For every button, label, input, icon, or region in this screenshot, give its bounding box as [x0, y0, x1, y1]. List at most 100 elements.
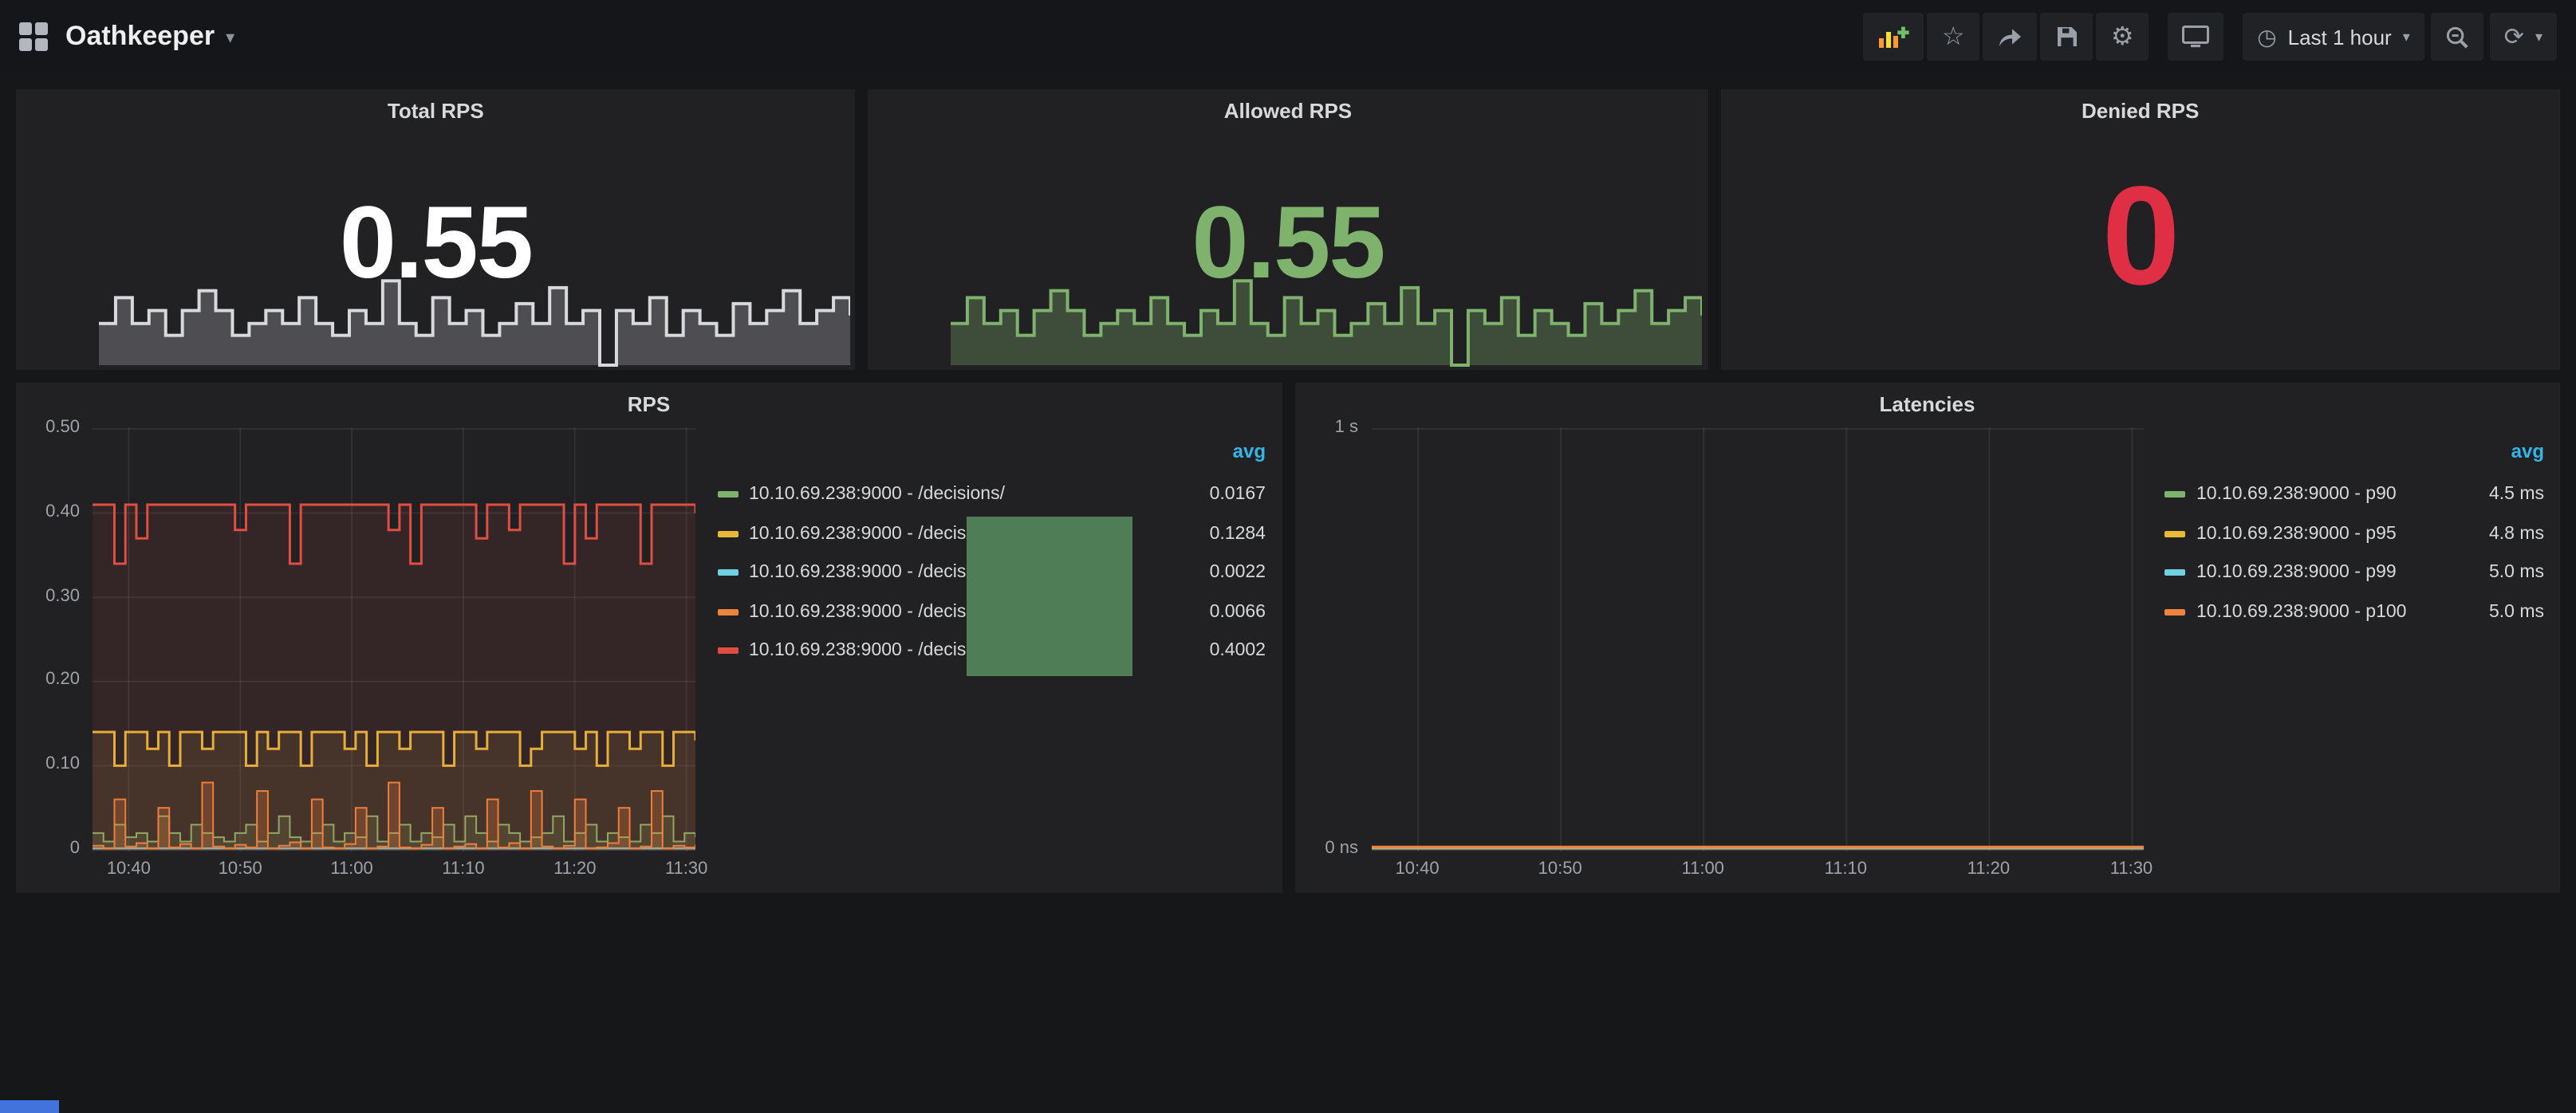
monitor-icon: [2182, 26, 2209, 48]
series-avg-value: 5.0 ms: [2476, 564, 2544, 583]
latencies-graph-body: 1 s0 ns 10:40 10:50 11:00 11:10 11:20 11:30 a…: [1294, 427, 2560, 893]
latencies-y-axis: 1 s0 ns: [1294, 427, 1371, 851]
total-rps-sparkline: [99, 274, 851, 367]
navbar: Oathkeeper ▾ ☆: [0, 0, 2576, 73]
panel-latencies: Latencies 1 s0 ns 10:40 10:50 11:00 11:10 11…: [1294, 383, 2560, 893]
x-tick-label: 11:30: [665, 859, 707, 879]
panel-allowed-rps: Allowed RPS 0.55: [869, 89, 1708, 370]
add-panel-icon: [1877, 25, 1909, 49]
star-icon: ☆: [1942, 21, 1965, 53]
green-tooltip-artifact: [967, 517, 1132, 676]
series-avg-value: 0.0066: [1197, 603, 1266, 622]
time-range-picker[interactable]: ◷ Last 1 hour ▾: [2243, 13, 2424, 61]
clock-icon: ◷: [2257, 23, 2276, 50]
dashboard-title[interactable]: Oathkeeper: [65, 21, 215, 53]
x-tick-label: 11:20: [1967, 859, 2010, 879]
share-dashboard-button[interactable]: [1983, 13, 2037, 61]
star-dashboard-button[interactable]: ☆: [1927, 13, 1979, 61]
allowed-rps-sparkline: [951, 274, 1704, 367]
refresh-icon: ⟳: [2504, 22, 2524, 51]
latencies-legend: avg 10.10.69.238:9000 - p90 4.5 ms: [2142, 427, 2560, 887]
series-color-icon: [2164, 531, 2185, 537]
panel-rps: RPS 0.500.400.300.200.100 10:4010:5011:0…: [16, 383, 1282, 893]
series-color-icon: [2164, 492, 2185, 498]
cycle-view-mode-button[interactable]: [2168, 13, 2223, 61]
x-tick-label: 11:30: [2110, 859, 2153, 879]
chart-svg: [93, 427, 695, 851]
chart-svg: [1371, 427, 2143, 851]
panel-title[interactable]: Denied RPS: [1720, 89, 2560, 134]
time-range-caret-icon: ▾: [2403, 28, 2410, 45]
series-color-icon: [717, 531, 738, 537]
series-color-icon: [2164, 570, 2185, 576]
legend-row[interactable]: 10.10.69.238:9000 - /decisions/ 0.0167: [717, 475, 1266, 514]
series-color-icon: [717, 609, 738, 615]
y-tick-label: 0.30: [45, 586, 80, 605]
series-avg-value: 0.1284: [1197, 525, 1266, 544]
series-color-icon: [2164, 609, 2185, 615]
share-icon: [1997, 26, 2023, 48]
bottom-left-blue-fragment: [0, 1100, 59, 1113]
series-avg-value: 0.0022: [1197, 564, 1266, 583]
dashboards-grid-icon[interactable]: [19, 22, 48, 51]
series-name: 10.10.69.238:9000 - p90: [2196, 486, 2397, 505]
x-tick-label: 11:10: [1825, 859, 1867, 879]
add-panel-button[interactable]: [1863, 13, 1924, 61]
x-tick-label: 10:40: [107, 859, 151, 879]
denied-rps-value: 0: [1720, 166, 2560, 306]
series-name: 10.10.69.238:9000 - /decisions/: [749, 486, 1005, 505]
panel-title[interactable]: Latencies: [1294, 383, 2560, 427]
x-tick-label: 11:20: [553, 859, 596, 879]
time-controls-group: ◷ Last 1 hour ▾ ⟳ ▾: [2243, 13, 2557, 61]
save-dashboard-button[interactable]: [2040, 13, 2093, 61]
zoom-out-button[interactable]: [2431, 13, 2483, 61]
series-color-icon: [717, 570, 738, 576]
series-avg-value: 5.0 ms: [2476, 603, 2544, 622]
series-name: 10.10.69.238:9000 - p100: [2196, 603, 2406, 622]
series-name: 10.10.69.238:9000 - p99: [2196, 564, 2397, 583]
series-avg-value: 0.4002: [1197, 642, 1266, 661]
latencies-chart[interactable]: [1371, 427, 2142, 851]
stat-row: Total RPS 0.55 Allowed RPS 0.55 Denied R…: [16, 89, 2560, 370]
rps-x-axis: 10:4010:5011:0011:1011:2011:30: [93, 851, 695, 887]
y-tick-label: 0.20: [45, 671, 80, 690]
dashboard-actions-group: ☆ ⚙: [1863, 13, 2149, 61]
panel-title[interactable]: Allowed RPS: [869, 89, 1708, 134]
legend-row[interactable]: 10.10.69.238:9000 - p99 5.0 ms: [2164, 553, 2544, 592]
rps-chart[interactable]: [93, 427, 695, 851]
series-avg-value: 4.8 ms: [2476, 525, 2544, 544]
zoom-out-icon: [2445, 25, 2469, 49]
y-tick-label: 0: [70, 839, 80, 858]
series-color-icon: [717, 648, 738, 655]
chart-svg: [99, 274, 850, 367]
legend-avg-header[interactable]: avg: [2164, 440, 2544, 475]
time-range-label: Last 1 hour: [2288, 25, 2392, 49]
panel-title[interactable]: RPS: [16, 383, 1282, 427]
save-icon: [2055, 26, 2078, 48]
chart-svg: [951, 274, 1703, 367]
legend-row[interactable]: 10.10.69.238:9000 - p100 5.0 ms: [2164, 592, 2544, 631]
rps-y-axis: 0.500.400.300.200.100: [16, 427, 93, 851]
refresh-button[interactable]: ⟳ ▾: [2490, 13, 2557, 61]
latencies-legend-rows: 10.10.69.238:9000 - p90 4.5 ms 10.10.69.…: [2164, 475, 2544, 631]
series-avg-value: 0.0167: [1197, 486, 1266, 505]
gear-icon: ⚙: [2111, 21, 2134, 53]
y-tick-label: 0.40: [45, 502, 80, 521]
legend-avg-header[interactable]: avg: [717, 440, 1266, 475]
x-tick-label: 11:00: [1682, 859, 1724, 879]
x-tick-label: 11:00: [330, 859, 372, 879]
panel-title[interactable]: Total RPS: [16, 89, 856, 134]
x-tick-label: 11:10: [442, 859, 484, 879]
dashboard-title-caret-icon[interactable]: ▾: [226, 26, 234, 47]
series-avg-value: 4.5 ms: [2476, 486, 2544, 505]
latencies-x-axis: 10:4010:5011:0011:1011:2011:30: [1371, 851, 2142, 887]
dashboard-settings-button[interactable]: ⚙: [2096, 13, 2149, 61]
x-tick-label: 10:50: [1538, 859, 1582, 879]
y-tick-label: 0.10: [45, 754, 80, 773]
legend-row[interactable]: 10.10.69.238:9000 - p95 4.8 ms: [2164, 514, 2544, 553]
y-tick-label: 0 ns: [1325, 839, 1358, 858]
x-tick-label: 10:40: [1396, 859, 1440, 879]
legend-row[interactable]: 10.10.69.238:9000 - p90 4.5 ms: [2164, 475, 2544, 514]
y-tick-label: 0.50: [45, 418, 80, 437]
series-color-icon: [717, 492, 738, 498]
